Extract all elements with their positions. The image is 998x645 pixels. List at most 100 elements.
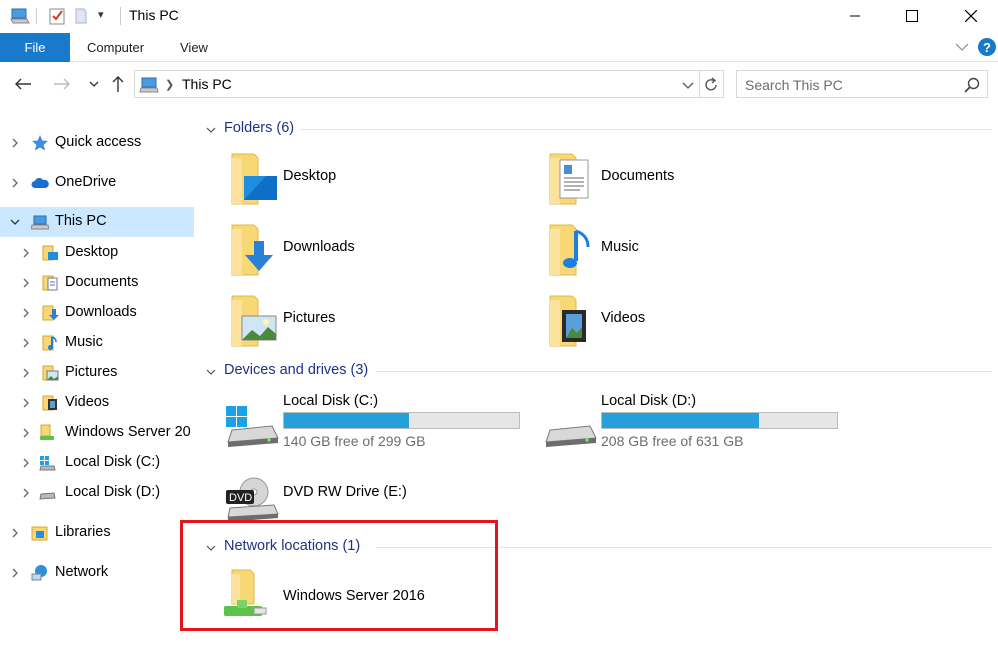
recent-locations-button[interactable] bbox=[82, 70, 106, 98]
group-header-network[interactable]: Network locations (1) bbox=[196, 537, 992, 557]
chevron-right-icon[interactable] bbox=[9, 137, 21, 149]
new-folder-icon[interactable] bbox=[72, 6, 92, 26]
chevron-right-icon[interactable] bbox=[20, 457, 32, 469]
tab-computer[interactable]: Computer bbox=[87, 33, 144, 62]
divider bbox=[376, 547, 992, 548]
capacity-bar bbox=[601, 412, 838, 429]
folder-tile-documents[interactable]: Documents bbox=[544, 148, 844, 208]
sidebar-item-local-disk-c[interactable]: Local Disk (C:) bbox=[0, 448, 194, 478]
sidebar-item-desktop[interactable]: Desktop bbox=[0, 238, 194, 268]
address-bar[interactable]: ❯ This PC bbox=[134, 70, 724, 98]
sidebar-item-quick-access[interactable]: Quick access bbox=[0, 128, 194, 158]
capacity-bar-fill bbox=[284, 413, 410, 428]
sidebar-item-label: Local Disk (D:) bbox=[65, 484, 161, 500]
sidebar-item-label: OneDrive bbox=[55, 174, 117, 190]
sidebar-item-documents[interactable]: Documents bbox=[0, 268, 194, 298]
chevron-right-icon[interactable] bbox=[20, 427, 32, 439]
chevron-right-icon[interactable] bbox=[20, 487, 32, 499]
sidebar-item-windows-server[interactable]: Windows Server 20 bbox=[0, 418, 194, 448]
properties-icon[interactable] bbox=[47, 6, 67, 26]
folder-tile-pictures[interactable]: Pictures bbox=[226, 290, 526, 350]
chevron-right-icon[interactable] bbox=[9, 527, 21, 539]
folder-tile-music[interactable]: Music bbox=[544, 219, 844, 279]
group-header-drives[interactable]: Devices and drives (3) bbox=[196, 361, 992, 381]
maximize-button[interactable] bbox=[889, 0, 935, 32]
folder-tile-desktop[interactable]: Desktop bbox=[226, 148, 526, 208]
folder-desktop-icon bbox=[231, 153, 277, 205]
chevron-right-icon[interactable] bbox=[9, 177, 21, 189]
breadcrumb[interactable]: This PC bbox=[182, 76, 232, 92]
chevron-right-icon[interactable] bbox=[20, 397, 32, 409]
navigation-pane: Quick access OneDrive This PC Desktop Do… bbox=[0, 108, 194, 645]
divider bbox=[120, 7, 121, 25]
sidebar-item-libraries[interactable]: Libraries bbox=[0, 518, 194, 548]
chevron-down-icon[interactable] bbox=[205, 366, 217, 378]
folder-desktop-icon bbox=[42, 245, 58, 261]
sidebar-item-local-disk-d[interactable]: Local Disk (D:) bbox=[0, 478, 194, 508]
chevron-right-icon[interactable] bbox=[20, 337, 32, 349]
drive-tile-local-disk-d[interactable]: Local Disk (D:) 208 GB free of 631 GB bbox=[544, 390, 844, 452]
divider bbox=[376, 371, 992, 372]
group-header-folders[interactable]: Folders (6) bbox=[196, 119, 992, 139]
system-drive-icon bbox=[226, 406, 279, 447]
close-button[interactable] bbox=[948, 0, 994, 32]
network-location-tile[interactable]: Windows Server 2016 bbox=[224, 564, 494, 624]
search-box[interactable] bbox=[736, 70, 988, 98]
folder-tile-videos[interactable]: Videos bbox=[544, 290, 844, 350]
folder-documents-icon bbox=[549, 153, 589, 205]
title-bar: ▾ This PC bbox=[0, 0, 998, 32]
chevron-right-icon[interactable] bbox=[20, 367, 32, 379]
sidebar-item-downloads[interactable]: Downloads bbox=[0, 298, 194, 328]
chevron-right-icon[interactable] bbox=[20, 277, 32, 289]
tab-file[interactable]: File bbox=[0, 33, 70, 62]
minimize-button[interactable] bbox=[832, 0, 878, 32]
arrow-right-icon bbox=[54, 78, 70, 90]
sidebar-item-this-pc[interactable]: This PC bbox=[0, 207, 194, 237]
chevron-down-icon[interactable] bbox=[205, 542, 217, 554]
folder-name: Documents bbox=[601, 168, 675, 184]
star-icon bbox=[32, 135, 48, 151]
tab-view[interactable]: View bbox=[180, 33, 208, 62]
sidebar-item-label: Libraries bbox=[55, 524, 111, 540]
computer-icon bbox=[139, 77, 159, 93]
chevron-down-icon[interactable] bbox=[9, 216, 21, 228]
drive-tile-dvd[interactable]: DVD DVD RW Drive (E:) bbox=[226, 464, 526, 526]
quick-access-dropdown[interactable]: ▾ bbox=[98, 8, 104, 21]
refresh-icon[interactable] bbox=[701, 75, 721, 95]
sidebar-item-videos[interactable]: Videos bbox=[0, 388, 194, 418]
sidebar-item-network[interactable]: Network bbox=[0, 558, 194, 588]
forward-button[interactable] bbox=[50, 70, 74, 98]
sidebar-item-label: Desktop bbox=[65, 244, 119, 260]
sidebar-item-pictures[interactable]: Pictures bbox=[0, 358, 194, 388]
divider bbox=[300, 129, 992, 130]
up-button[interactable] bbox=[106, 70, 130, 98]
folder-videos-icon bbox=[42, 395, 57, 411]
search-icon[interactable] bbox=[963, 76, 981, 94]
sidebar-item-onedrive[interactable]: OneDrive bbox=[0, 168, 194, 198]
drive-name: Local Disk (D:) bbox=[601, 393, 697, 409]
back-button[interactable] bbox=[11, 70, 35, 98]
close-icon bbox=[965, 10, 977, 22]
folder-name: Desktop bbox=[283, 168, 337, 184]
folder-tile-downloads[interactable]: Downloads bbox=[226, 219, 526, 279]
network-icon bbox=[31, 565, 47, 581]
breadcrumb-chevron-icon[interactable]: ❯ bbox=[165, 78, 174, 91]
folder-music-icon bbox=[549, 224, 590, 276]
chevron-right-icon[interactable] bbox=[9, 567, 21, 579]
chevron-right-icon[interactable] bbox=[20, 247, 32, 259]
search-input[interactable] bbox=[745, 75, 955, 95]
capacity-bar-fill bbox=[602, 413, 760, 428]
drive-tile-local-disk-c[interactable]: Local Disk (C:) 140 GB free of 299 GB bbox=[226, 390, 526, 452]
chevron-right-icon[interactable] bbox=[20, 307, 32, 319]
chevron-down-icon[interactable] bbox=[680, 77, 696, 93]
free-space-text: 208 GB free of 631 GB bbox=[601, 433, 744, 449]
folder-name: Pictures bbox=[283, 310, 336, 326]
system-drive-icon bbox=[39, 456, 56, 471]
help-button[interactable]: ? bbox=[978, 38, 996, 56]
expand-ribbon-icon[interactable] bbox=[954, 39, 970, 55]
sidebar-item-label: Windows Server 20 bbox=[65, 424, 191, 440]
sidebar-item-music[interactable]: Music bbox=[0, 328, 194, 358]
sidebar-item-label: Music bbox=[65, 334, 103, 350]
chevron-down-icon[interactable] bbox=[205, 124, 217, 136]
maximize-icon bbox=[906, 10, 918, 22]
